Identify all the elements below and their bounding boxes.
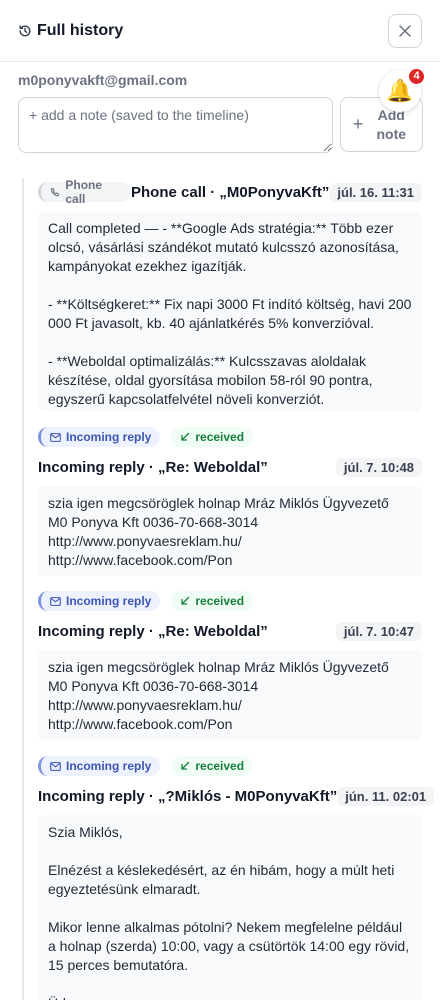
received-status-badge: received xyxy=(171,756,254,776)
incoming-reply-badge: Incoming reply xyxy=(38,427,161,447)
mail-icon xyxy=(50,761,61,771)
entry-title: Phone call · „M0PonyvaKft” xyxy=(131,183,330,201)
notification-count-badge: 4 xyxy=(407,67,426,86)
note-input[interactable] xyxy=(18,97,333,153)
arrow-down-left-icon xyxy=(181,596,190,605)
entry-title: Incoming reply · „Re: Weboldal” xyxy=(38,622,268,640)
entry-body: Szia Miklós, Elnézést a késlekedésért, a… xyxy=(38,815,422,1000)
incoming-reply-badge: Incoming reply xyxy=(38,591,161,611)
close-icon xyxy=(399,24,411,37)
entry-date: jún. 11. 02:01 xyxy=(337,786,435,806)
notification-bell-button[interactable]: 🔔 4 xyxy=(379,67,426,112)
entry-date: júl. 7. 10:48 xyxy=(335,457,422,477)
close-button[interactable] xyxy=(388,13,422,48)
phone-call-badge: Phone call xyxy=(38,178,132,206)
entry-body: Call completed — - **Google Ads stratégi… xyxy=(38,211,422,411)
timeline-entry: Incoming reply received Incoming reply ·… xyxy=(38,591,422,740)
entry-title: Incoming reply · „?Miklós - M0PonyvaKft” xyxy=(38,787,338,805)
incoming-reply-badge: Incoming reply xyxy=(38,756,161,776)
entry-body: szia igen megcsöröglek holnap Mráz Mikló… xyxy=(38,650,422,740)
mail-icon xyxy=(50,596,61,606)
plus-icon: + xyxy=(352,114,364,134)
entry-title: Incoming reply · „Re: Weboldal” xyxy=(38,458,268,476)
entry-date: júl. 7. 10:47 xyxy=(335,621,422,641)
entry-date: júl. 16. 11:31 xyxy=(329,182,422,202)
timeline-entry: Incoming reply received Incoming reply ·… xyxy=(38,756,435,1000)
timeline-line xyxy=(22,178,24,1000)
arrow-down-left-icon xyxy=(181,761,190,770)
contact-email: m0ponyvakft@gmail.com xyxy=(18,72,188,88)
received-status-badge: received xyxy=(171,591,254,611)
phone-icon xyxy=(50,187,60,196)
received-status-badge: received xyxy=(171,427,254,447)
mail-icon xyxy=(50,432,61,442)
page-title: Full history xyxy=(37,21,124,39)
entry-body: szia igen megcsöröglek holnap Mráz Mikló… xyxy=(38,486,422,576)
timeline-entry: Incoming reply received Incoming reply ·… xyxy=(38,427,422,576)
header-title-group: Full history xyxy=(18,22,123,40)
timeline-entry: Phone call Phone call · „M0PonyvaKft” jú… xyxy=(38,178,422,411)
panel-header: Full history xyxy=(0,0,440,62)
arrow-down-left-icon xyxy=(181,432,190,441)
history-icon xyxy=(19,24,31,36)
